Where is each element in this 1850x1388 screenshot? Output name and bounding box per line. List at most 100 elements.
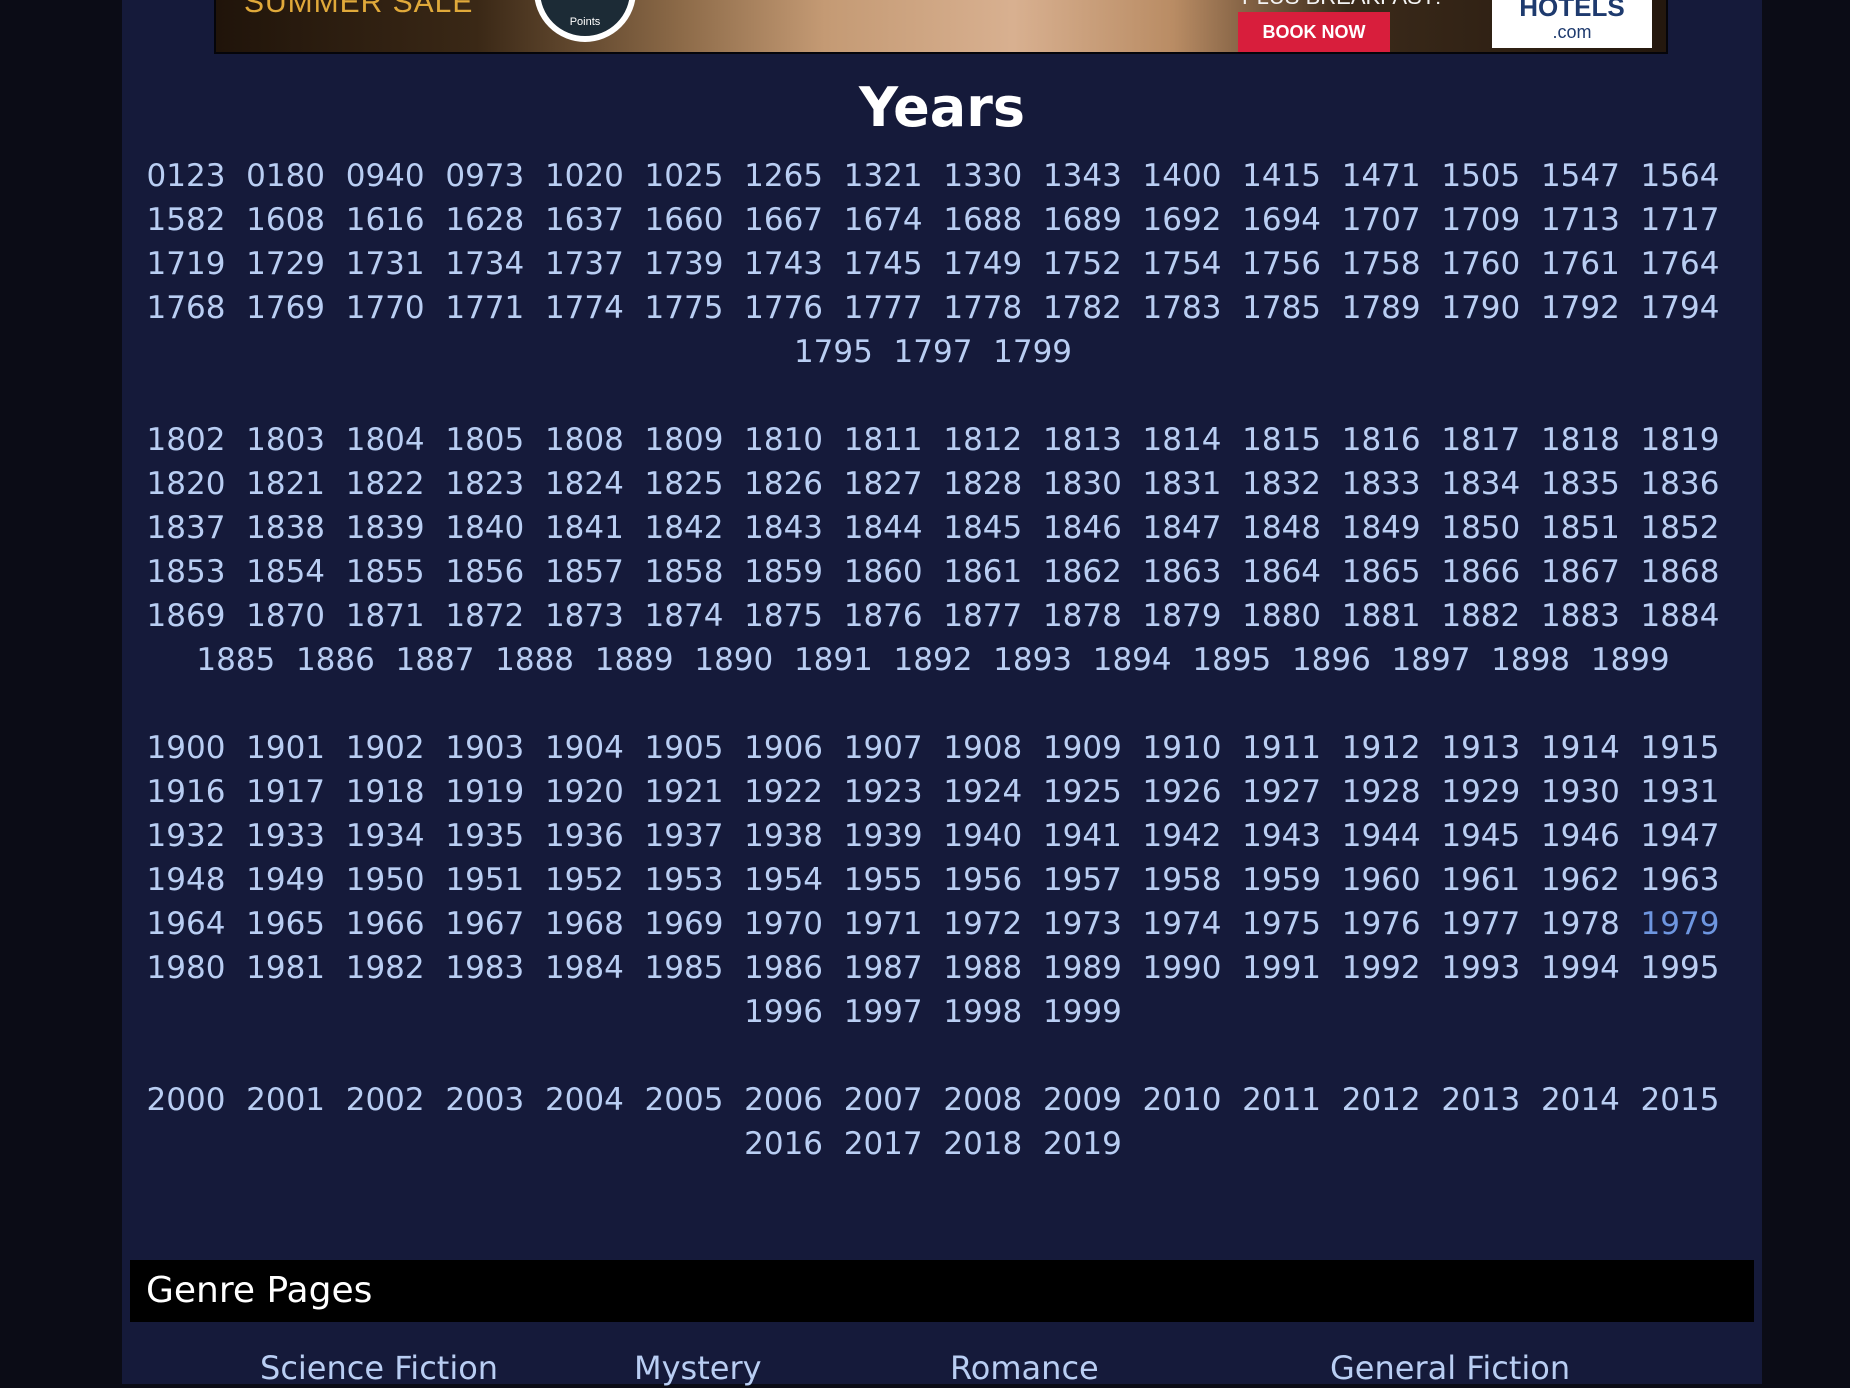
year-link-1914[interactable]: 1914: [1530, 728, 1630, 768]
year-link-1947[interactable]: 1947: [1630, 816, 1730, 856]
year-link-1882[interactable]: 1882: [1431, 596, 1531, 636]
year-link-1717[interactable]: 1717: [1630, 200, 1730, 240]
year-link-1929[interactable]: 1929: [1431, 772, 1531, 812]
year-link-1935[interactable]: 1935: [435, 816, 535, 856]
year-link-1901[interactable]: 1901: [236, 728, 336, 768]
year-link-1842[interactable]: 1842: [634, 508, 734, 548]
year-link-1825[interactable]: 1825: [634, 464, 734, 504]
year-link-1785[interactable]: 1785: [1232, 288, 1332, 328]
year-link-1856[interactable]: 1856: [435, 552, 535, 592]
year-link-1944[interactable]: 1944: [1331, 816, 1431, 856]
year-link-1830[interactable]: 1830: [1032, 464, 1132, 504]
year-link-1758[interactable]: 1758: [1331, 244, 1431, 284]
year-link-1799[interactable]: 1799: [983, 332, 1083, 372]
year-link-1893[interactable]: 1893: [983, 640, 1083, 680]
year-link-1616[interactable]: 1616: [335, 200, 435, 240]
year-link-1866[interactable]: 1866: [1431, 552, 1531, 592]
year-link-1896[interactable]: 1896: [1281, 640, 1381, 680]
year-link-1942[interactable]: 1942: [1132, 816, 1232, 856]
year-link-1828[interactable]: 1828: [933, 464, 1033, 504]
year-link-1688[interactable]: 1688: [933, 200, 1033, 240]
year-link-1930[interactable]: 1930: [1530, 772, 1630, 812]
year-link-1983[interactable]: 1983: [435, 948, 535, 988]
year-link-1910[interactable]: 1910: [1132, 728, 1232, 768]
year-link-1937[interactable]: 1937: [634, 816, 734, 856]
year-link-1841[interactable]: 1841: [534, 508, 634, 548]
year-link-2007[interactable]: 2007: [833, 1080, 933, 1120]
genre-link-mystery[interactable]: Mystery: [634, 1348, 762, 1388]
year-link-1936[interactable]: 1936: [534, 816, 634, 856]
year-link-1752[interactable]: 1752: [1032, 244, 1132, 284]
year-link-1831[interactable]: 1831: [1132, 464, 1232, 504]
year-link-1667[interactable]: 1667: [734, 200, 834, 240]
year-link-1812[interactable]: 1812: [933, 420, 1033, 460]
year-link-1505[interactable]: 1505: [1431, 156, 1531, 196]
year-link-1400[interactable]: 1400: [1132, 156, 1232, 196]
year-link-2018[interactable]: 2018: [933, 1124, 1033, 1164]
year-link-1897[interactable]: 1897: [1381, 640, 1481, 680]
year-link-1956[interactable]: 1956: [933, 860, 1033, 900]
year-link-1343[interactable]: 1343: [1032, 156, 1132, 196]
year-link-1885[interactable]: 1885: [186, 640, 286, 680]
year-link-0180[interactable]: 0180: [236, 156, 336, 196]
year-link-1953[interactable]: 1953: [634, 860, 734, 900]
year-link-1810[interactable]: 1810: [734, 420, 834, 460]
year-link-1903[interactable]: 1903: [435, 728, 535, 768]
year-link-1975[interactable]: 1975: [1232, 904, 1332, 944]
year-link-1880[interactable]: 1880: [1232, 596, 1332, 636]
year-link-1823[interactable]: 1823: [435, 464, 535, 504]
year-link-1808[interactable]: 1808: [534, 420, 634, 460]
year-link-1783[interactable]: 1783: [1132, 288, 1232, 328]
year-link-1981[interactable]: 1981: [236, 948, 336, 988]
year-link-1674[interactable]: 1674: [833, 200, 933, 240]
year-link-1993[interactable]: 1993: [1431, 948, 1531, 988]
year-link-1986[interactable]: 1986: [734, 948, 834, 988]
year-link-1729[interactable]: 1729: [236, 244, 336, 284]
year-link-1964[interactable]: 1964: [136, 904, 236, 944]
year-link-1962[interactable]: 1962: [1530, 860, 1630, 900]
year-link-1985[interactable]: 1985: [634, 948, 734, 988]
year-link-1916[interactable]: 1916: [136, 772, 236, 812]
year-link-1977[interactable]: 1977: [1431, 904, 1531, 944]
year-link-1771[interactable]: 1771: [435, 288, 535, 328]
year-link-1899[interactable]: 1899: [1580, 640, 1680, 680]
year-link-1889[interactable]: 1889: [584, 640, 684, 680]
year-link-1709[interactable]: 1709: [1431, 200, 1531, 240]
year-link-1902[interactable]: 1902: [335, 728, 435, 768]
year-link-1945[interactable]: 1945: [1431, 816, 1531, 856]
year-link-1963[interactable]: 1963: [1630, 860, 1730, 900]
year-link-1777[interactable]: 1777: [833, 288, 933, 328]
year-link-1719[interactable]: 1719: [136, 244, 236, 284]
year-link-1692[interactable]: 1692: [1132, 200, 1232, 240]
year-link-1834[interactable]: 1834: [1431, 464, 1531, 504]
year-link-1966[interactable]: 1966: [335, 904, 435, 944]
year-link-1760[interactable]: 1760: [1431, 244, 1531, 284]
genre-link-general-fiction[interactable]: General Fiction: [1330, 1348, 1570, 1388]
year-link-1955[interactable]: 1955: [833, 860, 933, 900]
year-link-1862[interactable]: 1862: [1032, 552, 1132, 592]
year-link-1564[interactable]: 1564: [1630, 156, 1730, 196]
year-link-1833[interactable]: 1833: [1331, 464, 1431, 504]
year-link-2000[interactable]: 2000: [136, 1080, 236, 1120]
year-link-2001[interactable]: 2001: [236, 1080, 336, 1120]
year-link-1950[interactable]: 1950: [335, 860, 435, 900]
year-link-1852[interactable]: 1852: [1630, 508, 1730, 548]
year-link-1900[interactable]: 1900: [136, 728, 236, 768]
year-link-1933[interactable]: 1933: [236, 816, 336, 856]
year-link-1940[interactable]: 1940: [933, 816, 1033, 856]
year-link-1864[interactable]: 1864: [1232, 552, 1332, 592]
year-link-1321[interactable]: 1321: [833, 156, 933, 196]
year-link-2014[interactable]: 2014: [1530, 1080, 1630, 1120]
year-link-1978[interactable]: 1978: [1530, 904, 1630, 944]
year-link-1861[interactable]: 1861: [933, 552, 1033, 592]
year-link-1982[interactable]: 1982: [335, 948, 435, 988]
year-link-1967[interactable]: 1967: [435, 904, 535, 944]
year-link-1734[interactable]: 1734: [435, 244, 535, 284]
year-link-1939[interactable]: 1939: [833, 816, 933, 856]
year-link-1821[interactable]: 1821: [236, 464, 336, 504]
year-link-1921[interactable]: 1921: [634, 772, 734, 812]
year-link-1814[interactable]: 1814: [1132, 420, 1232, 460]
year-link-1792[interactable]: 1792: [1530, 288, 1630, 328]
year-link-2002[interactable]: 2002: [335, 1080, 435, 1120]
year-link-1844[interactable]: 1844: [833, 508, 933, 548]
